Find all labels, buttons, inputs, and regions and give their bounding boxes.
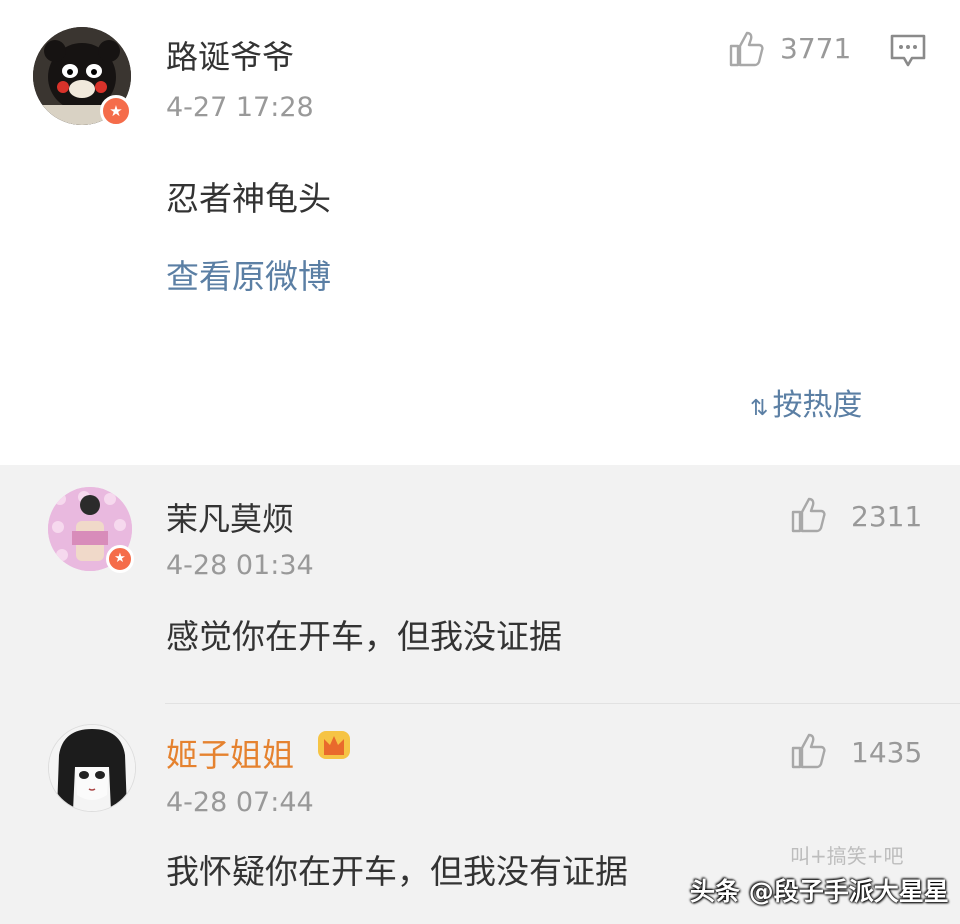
post-author-name[interactable]: 路诞爷爷: [166, 32, 294, 78]
source-watermark: 头条 @段子手派大星星: [690, 877, 949, 906]
comment-author-name[interactable]: 姬子姐姐: [166, 730, 294, 776]
comment-like-count: 2311: [851, 500, 923, 533]
comment-divider: [165, 703, 960, 704]
verified-badge-icon: ★: [100, 95, 132, 127]
comment-timestamp: 4-28 07:44: [166, 787, 314, 818]
weibo-comments-screen: ★ 路诞爷爷 4-27 17:28 3771 忍者神龟头 查看原微博 ⇅按热度: [0, 0, 960, 924]
view-original-link[interactable]: 查看原微博: [166, 250, 331, 298]
sort-icon: ⇅: [750, 396, 769, 421]
sort-label: 按热度: [772, 388, 863, 423]
thumbs-up-icon[interactable]: [727, 29, 767, 69]
comment-icon[interactable]: [889, 33, 927, 69]
faint-watermark: 叫+搞笑+吧: [790, 844, 904, 868]
sort-by-hot-button[interactable]: ⇅ 按热度: [750, 380, 862, 424]
original-post-card: ★ 路诞爷爷 4-27 17:28 3771 忍者神龟头 查看原微博 ⇅ 按热度: [0, 0, 960, 465]
thumbs-up-icon[interactable]: [789, 495, 829, 535]
post-like-count: 3771: [780, 32, 852, 65]
comment-text: 感觉你在开车，但我没证据: [166, 617, 562, 656]
post-timestamp: 4-27 17:28: [166, 92, 314, 123]
thumbs-up-icon[interactable]: [789, 731, 829, 771]
comment-text: 我怀疑你在开车，但我没有证据: [166, 852, 628, 891]
comment-author-avatar[interactable]: [48, 724, 136, 812]
post-text: 忍者神龟头: [166, 179, 331, 218]
verified-badge-icon: ★: [106, 545, 134, 573]
comment-like-count: 1435: [851, 736, 923, 769]
comment-author-name[interactable]: 茉凡莫烦: [166, 494, 294, 540]
vip-crown-icon: [318, 731, 350, 759]
comment-timestamp: 4-28 01:34: [166, 550, 314, 581]
